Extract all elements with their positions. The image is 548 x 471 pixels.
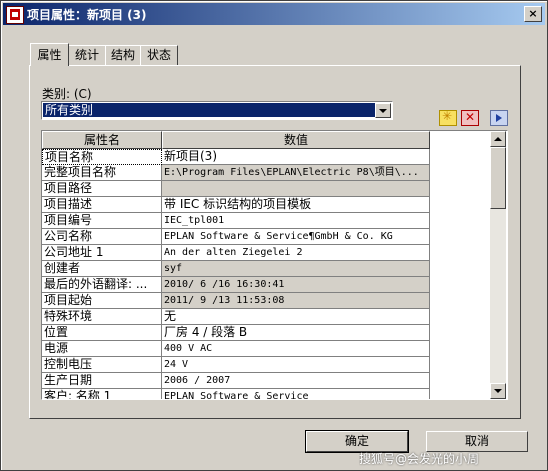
delete-property-icon[interactable] <box>461 110 479 126</box>
table-row[interactable]: 控制电压 24 V <box>42 357 490 373</box>
table-row[interactable]: 位置 厂房 4 / 段落 B <box>42 325 490 341</box>
property-name: 客户: 名称 1 <box>42 389 162 399</box>
scroll-down-icon[interactable] <box>490 383 506 399</box>
table-row[interactable]: 电源 400 V AC <box>42 341 490 357</box>
table-row[interactable]: 项目编号 IEC_tpl001 <box>42 213 490 229</box>
column-header-value[interactable]: 数值 <box>162 131 430 149</box>
property-name: 控制电压 <box>42 357 162 373</box>
category-selected-value: 所有类别 <box>43 103 377 117</box>
property-value[interactable]: 带 IEC 标识结构的项目模板 <box>162 197 430 213</box>
table-row[interactable]: 项目名称 新项目(3) <box>42 149 490 165</box>
scroll-thumb[interactable] <box>490 147 506 209</box>
property-name: 项目编号 <box>42 213 162 229</box>
property-value[interactable]: IEC_tpl001 <box>162 213 430 229</box>
table-row[interactable]: 创建者 syf <box>42 261 490 277</box>
properties-grid-body: 属性名 数值 项目名称 新项目(3) 完整项目名称 E:\Program Fil… <box>42 131 490 399</box>
property-value[interactable]: 厂房 4 / 段落 B <box>162 325 430 341</box>
category-label: 类别: (C) <box>42 87 92 101</box>
property-value: 2011/ 9 /13 11:53:08 <box>162 293 430 309</box>
tab-statistics[interactable]: 统计 <box>68 45 106 65</box>
table-row[interactable]: 项目描述 带 IEC 标识结构的项目模板 <box>42 197 490 213</box>
window-title: 项目属性：新项目 (3) <box>27 8 147 22</box>
arrow-right-icon[interactable] <box>490 110 508 126</box>
property-value[interactable]: 2006 / 2007 <box>162 373 430 389</box>
property-value: E:\Program Files\EPLAN\Electric P8\项目\..… <box>162 165 430 181</box>
table-row[interactable]: 生产日期 2006 / 2007 <box>42 373 490 389</box>
property-value[interactable]: 24 V <box>162 357 430 373</box>
property-name: 项目描述 <box>42 197 162 213</box>
tab-properties[interactable]: 属性 <box>30 43 69 66</box>
property-name: 生产日期 <box>42 373 162 389</box>
property-name: 项目路径 <box>42 181 162 197</box>
property-name: 项目名称 <box>42 149 162 165</box>
category-select[interactable]: 所有类别 <box>41 101 393 120</box>
eplan-app-icon <box>6 6 24 24</box>
property-value[interactable]: EPLAN Software & Service¶GmbH & Co. KG <box>162 229 430 245</box>
property-value[interactable]: 新项目(3) <box>162 149 430 165</box>
ok-button[interactable]: 确定 <box>305 430 409 453</box>
tab-status[interactable]: 状态 <box>140 45 178 65</box>
table-row[interactable]: 最后的外语翻译: ... 2010/ 6 /16 16:30:41 <box>42 277 490 293</box>
property-value[interactable]: 400 V AC <box>162 341 430 357</box>
property-name: 电源 <box>42 341 162 357</box>
project-properties-dialog: 项目属性：新项目 (3) × 属性 统计 结构 状态 类别: (C) 所有类别 … <box>0 0 548 471</box>
watermark: 搜狐号@会发光的小周 <box>359 452 480 466</box>
table-row[interactable]: 项目路径 <box>42 181 490 197</box>
vertical-scrollbar[interactable] <box>490 131 506 399</box>
scroll-up-icon[interactable] <box>490 131 506 147</box>
property-name: 位置 <box>42 325 162 341</box>
column-header-name[interactable]: 属性名 <box>42 131 162 149</box>
property-value: syf <box>162 261 430 277</box>
property-value[interactable]: An der alten Ziegelei 2 <box>162 245 430 261</box>
property-name: 完整项目名称 <box>42 165 162 181</box>
chevron-down-icon[interactable] <box>375 103 391 118</box>
property-value[interactable]: EPLAN Software & Service <box>162 389 430 399</box>
table-row[interactable]: 特殊环境 无 <box>42 309 490 325</box>
property-name: 创建者 <box>42 261 162 277</box>
table-row[interactable]: 公司地址 1 An der alten Ziegelei 2 <box>42 245 490 261</box>
properties-grid[interactable]: 属性名 数值 项目名称 新项目(3) 完整项目名称 E:\Program Fil… <box>41 130 508 400</box>
property-value <box>162 181 430 197</box>
property-name: 项目起始 <box>42 293 162 309</box>
property-name: 公司名称 <box>42 229 162 245</box>
table-row[interactable]: 客户: 名称 1 EPLAN Software & Service <box>42 389 490 399</box>
property-name: 最后的外语翻译: ... <box>42 277 162 293</box>
new-property-icon[interactable] <box>439 109 457 126</box>
property-name: 公司地址 1 <box>42 245 162 261</box>
cancel-button[interactable]: 取消 <box>426 431 528 452</box>
table-row[interactable]: 完整项目名称 E:\Program Files\EPLAN\Electric P… <box>42 165 490 181</box>
close-button[interactable]: × <box>524 6 542 22</box>
property-value[interactable]: 无 <box>162 309 430 325</box>
title-bar[interactable]: 项目属性：新项目 (3) × <box>3 3 545 25</box>
table-row[interactable]: 公司名称 EPLAN Software & Service¶GmbH & Co.… <box>42 229 490 245</box>
table-row[interactable]: 项目起始 2011/ 9 /13 11:53:08 <box>42 293 490 309</box>
tab-structure[interactable]: 结构 <box>105 45 141 65</box>
property-value: 2010/ 6 /16 16:30:41 <box>162 277 430 293</box>
property-name: 特殊环境 <box>42 309 162 325</box>
